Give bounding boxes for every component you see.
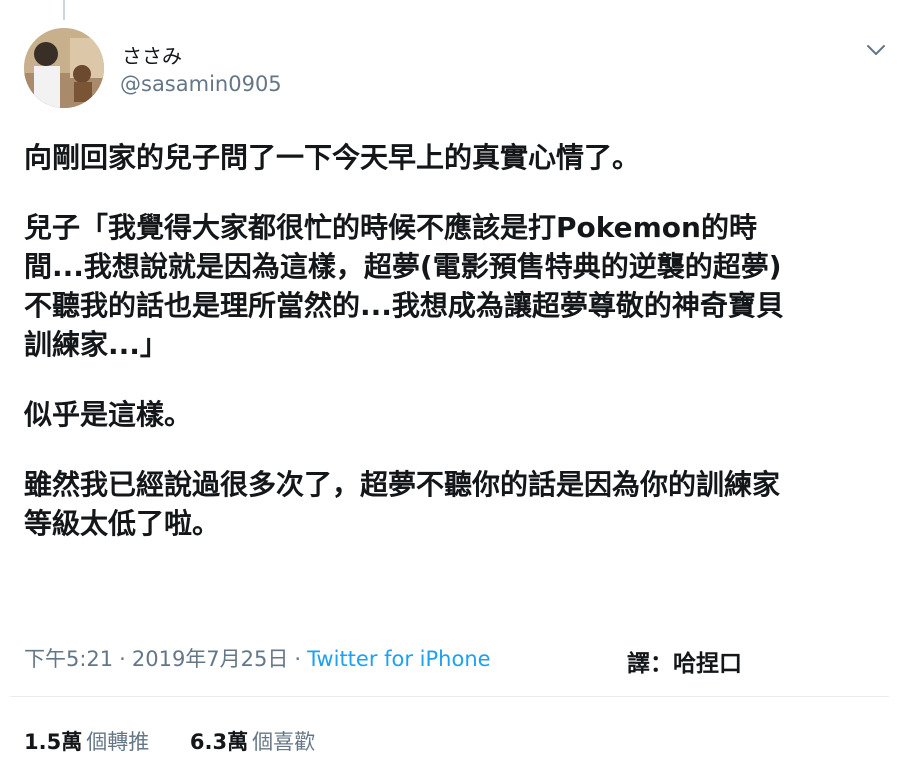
avatar-photo bbox=[24, 28, 104, 108]
translator-credit: 譯：哈捏口 bbox=[627, 651, 742, 677]
retweets-count: 1.5萬 bbox=[24, 730, 83, 754]
tweet-time[interactable]: 下午5:21 bbox=[24, 647, 113, 671]
tweet-paragraph: 向剛回家的兒子問了一下今天早上的真實心情了。 bbox=[24, 141, 641, 174]
separator: · bbox=[119, 647, 126, 671]
chevron-down-icon[interactable] bbox=[864, 38, 888, 62]
tweet-meta: 下午5:21 · 2019年7月25日 · Twitter for iPhone bbox=[24, 643, 491, 673]
divider bbox=[10, 696, 889, 697]
thread-line bbox=[63, 0, 65, 20]
user-handle[interactable]: @sasamin0905 bbox=[120, 72, 282, 96]
tweet-paragraph: 似乎是這樣。 bbox=[24, 398, 193, 431]
likes-label: 個喜歡 bbox=[252, 730, 316, 754]
avatar[interactable] bbox=[24, 28, 104, 108]
likes-stat[interactable]: 6.3萬 個喜歡 bbox=[190, 726, 315, 756]
tweet-stats: 1.5萬 個轉推 6.3萬 個喜歡 bbox=[24, 726, 349, 756]
tweet-paragraph: 雖然我已經說過很多次了，超夢不聽你的話是因為你的訓練家 等級太低了啦。 bbox=[24, 468, 781, 540]
tweet-paragraph: 兒子「我覺得大家都很忙的時候不應該是打Pokemon的時 間...我想說就是因為… bbox=[24, 211, 784, 361]
retweets-stat[interactable]: 1.5萬 個轉推 bbox=[24, 726, 149, 756]
tweet-source-link[interactable]: Twitter for iPhone bbox=[307, 647, 491, 671]
likes-count: 6.3萬 bbox=[189, 730, 249, 754]
display-name[interactable]: ささみ bbox=[122, 40, 182, 69]
retweets-label: 個轉推 bbox=[86, 730, 150, 754]
tweet-date[interactable]: 2019年7月25日 bbox=[132, 647, 289, 671]
separator: · bbox=[294, 647, 302, 671]
tweet-text: 向剛回家的兒子問了一下今天早上的真實心情了。 兒子「我覺得大家都很忙的時候不應該… bbox=[24, 138, 894, 574]
